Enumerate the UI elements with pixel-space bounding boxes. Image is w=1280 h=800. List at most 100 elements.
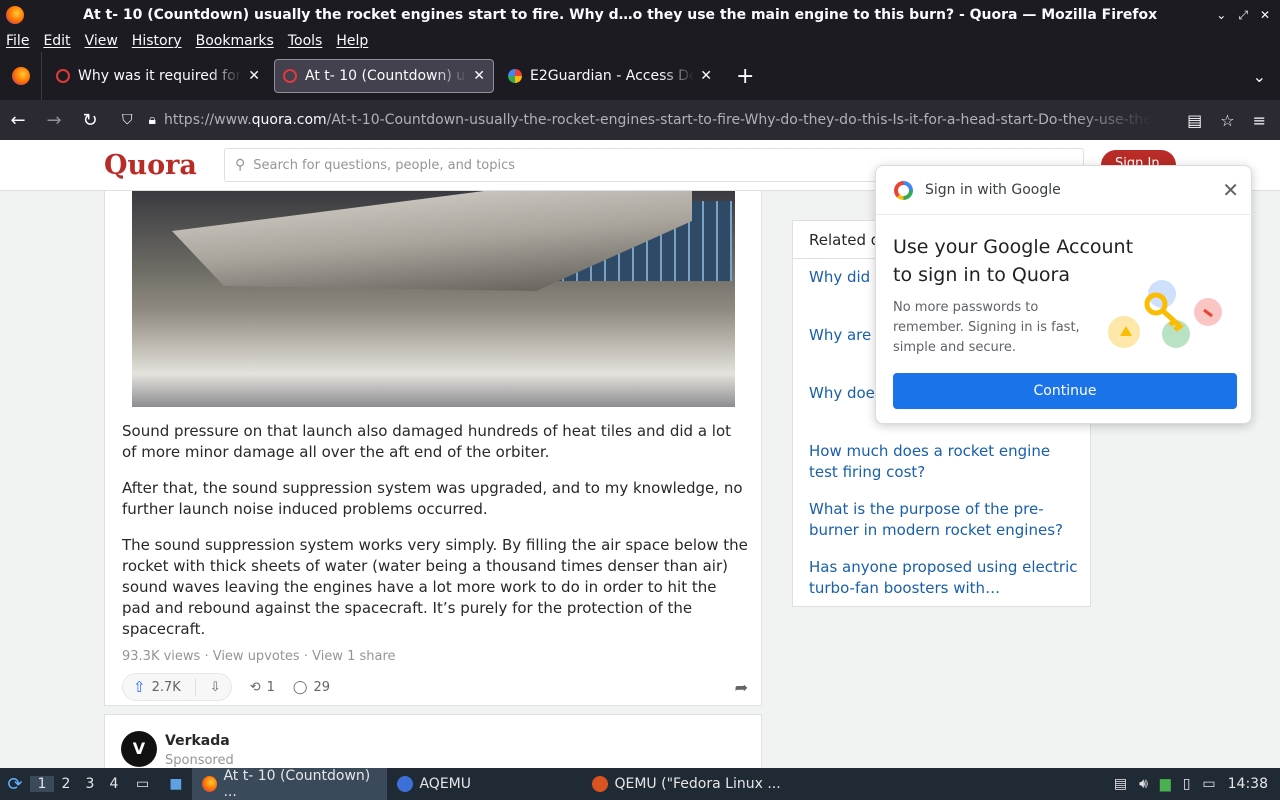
firefox-view-button[interactable] bbox=[0, 52, 42, 100]
comment-action[interactable]: ◯ 29 bbox=[293, 680, 330, 695]
workspace-4[interactable]: 4 bbox=[102, 776, 126, 792]
taskbar-app-qemu[interactable]: QEMU ("Fedora Linux ... bbox=[582, 768, 790, 800]
back-arrow-icon[interactable]: ← bbox=[0, 110, 36, 131]
share-count: 1 bbox=[266, 679, 275, 695]
continue-button[interactable]: Continue bbox=[893, 373, 1237, 409]
quora-logo[interactable]: Quora bbox=[104, 150, 197, 181]
display-icon[interactable]: ▭ bbox=[1202, 776, 1215, 792]
workspace-3[interactable]: 3 bbox=[78, 776, 102, 792]
menu-edit[interactable]: Edit bbox=[43, 33, 70, 49]
tab-label: Why was it required for the bbox=[78, 68, 242, 84]
tab-label: At t- 10 (Countdown) usually bbox=[305, 68, 467, 84]
tab-close-icon[interactable]: ✕ bbox=[248, 68, 260, 84]
tab-close-icon[interactable]: ✕ bbox=[473, 68, 485, 84]
menu-file[interactable]: File bbox=[6, 33, 29, 49]
vote-divider bbox=[194, 678, 196, 696]
notes-icon[interactable]: ▯ bbox=[1183, 776, 1191, 792]
tab-label: E2Guardian - Access Denied bbox=[530, 68, 695, 84]
related-item[interactable]: What is the purpose of the pre-burner in… bbox=[809, 499, 1079, 541]
tab-bar: Why was it required for the ✕ At t- 10 (… bbox=[0, 52, 1280, 100]
comment-icon: ◯ bbox=[292, 679, 308, 695]
key-illustration-icon bbox=[1108, 280, 1222, 348]
search-icon: ⚲ bbox=[235, 157, 246, 173]
clipboard-icon[interactable]: ▤ bbox=[1114, 776, 1127, 792]
sponsor-name[interactable]: Verkada bbox=[165, 733, 230, 749]
sponsored-card: V Verkada Sponsored bbox=[104, 714, 762, 774]
search-placeholder: Search for questions, people, and topics bbox=[253, 157, 516, 173]
google-signin-popup: Sign in with Google ✕ Use your Google Ac… bbox=[875, 165, 1253, 424]
tab-close-icon[interactable]: ✕ bbox=[700, 68, 712, 84]
menu-tools[interactable]: Tools bbox=[288, 33, 323, 49]
window-titlebar: At t- 10 (Countdown) usually the rocket … bbox=[0, 0, 1280, 30]
tab-countdown-active[interactable]: At t- 10 (Countdown) usually ✕ bbox=[274, 59, 494, 93]
desktop-icon[interactable]: ■ bbox=[159, 768, 192, 800]
workspace-1[interactable]: 1 bbox=[30, 776, 54, 792]
firefox-icon bbox=[11, 67, 30, 85]
taskbar-app-label: QEMU ("Fedora Linux ... bbox=[614, 776, 781, 792]
minimize-button[interactable]: ⌄ bbox=[1216, 8, 1226, 23]
downvote-arrow-icon[interactable]: ⇩ bbox=[210, 680, 221, 695]
window-title: At t- 10 (Countdown) usually the rocket … bbox=[83, 7, 1158, 23]
space-shuttle-photo bbox=[132, 191, 735, 407]
share-arrow-icon[interactable]: ➦ bbox=[735, 678, 748, 697]
upvote-arrow-icon[interactable]: ⇧ bbox=[133, 678, 146, 696]
taskbar-app-aqemu[interactable]: AQEMU bbox=[387, 768, 582, 800]
reload-icon[interactable]: ↻ bbox=[72, 110, 108, 131]
answer-paragraph: After that, the sound suppression system… bbox=[122, 479, 743, 518]
quora-favicon-icon bbox=[283, 69, 297, 83]
firefox-icon bbox=[6, 6, 24, 24]
url-bar[interactable]: ⛉ 🔒︎ https://www.quora.com/At-t-10-Count… bbox=[114, 104, 1181, 136]
qemu-icon bbox=[592, 776, 609, 792]
start-menu-icon[interactable]: ⟳ bbox=[0, 774, 30, 795]
tab-e2guardian[interactable]: E2Guardian - Access Denied ✕ bbox=[500, 59, 720, 93]
maximize-button[interactable]: ⤢ bbox=[1238, 8, 1248, 23]
answer-meta[interactable]: 93.3K views · View upvotes · View 1 shar… bbox=[122, 649, 396, 664]
clock[interactable]: 14:38 bbox=[1228, 776, 1268, 792]
comment-count: 29 bbox=[313, 679, 330, 695]
taskbar-app-label: AQEMU bbox=[419, 776, 471, 792]
reshare-icon: ⟲ bbox=[249, 679, 261, 695]
sponsored-label: Sponsored bbox=[165, 753, 234, 768]
google-popup-description: No more passwords to remember. Signing i… bbox=[893, 300, 1080, 355]
new-tab-button[interactable]: + bbox=[736, 64, 754, 89]
taskbar-app-label: At t- 10 (Countdown) ... bbox=[223, 768, 371, 800]
answer-card: Sound pressure on that launch also damag… bbox=[104, 191, 762, 706]
system-tray: ▤ 🔊︎ ▆ ▯ ▭ 14:38 bbox=[1114, 776, 1268, 792]
reader-view-icon[interactable]: ▤ bbox=[1187, 111, 1202, 130]
taskbar: ⟳ 1 2 3 4 ▭ ■ At t- 10 (Countdown) ... A… bbox=[0, 768, 1280, 800]
related-item[interactable]: Has anyone proposed using electric turbo… bbox=[809, 557, 1079, 599]
answer-paragraph: The sound suppression system works very … bbox=[122, 536, 748, 638]
upvote-count[interactable]: 2.7K bbox=[152, 680, 181, 695]
tab-why-was-it-required[interactable]: Why was it required for the ✕ bbox=[48, 59, 268, 93]
close-window-button[interactable]: ✕ bbox=[1260, 8, 1270, 23]
lock-icon[interactable]: 🔒︎ bbox=[149, 112, 156, 128]
aqemu-icon bbox=[397, 776, 414, 792]
google-popup-header-text: Sign in with Google bbox=[925, 182, 1061, 198]
menu-bar: File Edit View History Bookmarks Tools H… bbox=[0, 30, 1280, 52]
answer-paragraph: Sound pressure on that launch also damag… bbox=[122, 422, 732, 461]
navigation-bar: ← → ↻ ⛉ 🔒︎ https://www.quora.com/At-t-10… bbox=[0, 100, 1280, 140]
close-icon[interactable]: ✕ bbox=[1222, 178, 1239, 202]
related-title: Related q bbox=[809, 231, 881, 249]
volume-icon[interactable]: 🔊︎ bbox=[1139, 776, 1148, 792]
menu-view[interactable]: View bbox=[85, 33, 118, 49]
related-item[interactable]: How much does a rocket engine test firin… bbox=[809, 441, 1079, 483]
answer-actions: ⇧ 2.7K ⇩ ⟲ 1 ◯ 29 ➦ bbox=[122, 673, 748, 701]
network-icon[interactable]: ▆ bbox=[1160, 776, 1171, 792]
bookmark-star-icon[interactable]: ☆ bbox=[1220, 111, 1234, 130]
url-text: https://www.quora.com/At-t-10-Countdown-… bbox=[163, 112, 1152, 128]
google-popup-header: Sign in with Google ✕ bbox=[876, 166, 1253, 215]
share-action[interactable]: ⟲ 1 bbox=[250, 680, 275, 695]
taskbar-app-firefox[interactable]: At t- 10 (Countdown) ... bbox=[192, 768, 388, 800]
workspace-2[interactable]: 2 bbox=[54, 776, 78, 792]
vote-pill: ⇧ 2.7K ⇩ bbox=[122, 673, 232, 701]
hamburger-menu-icon[interactable]: ≡ bbox=[1253, 111, 1266, 130]
forward-arrow-icon[interactable]: → bbox=[36, 110, 72, 131]
menu-bookmarks[interactable]: Bookmarks bbox=[196, 33, 274, 49]
verkada-logo[interactable]: V bbox=[121, 731, 157, 767]
file-manager-icon[interactable]: ▭ bbox=[126, 768, 159, 800]
tab-list-chevron-icon[interactable]: ⌄ bbox=[1253, 67, 1266, 86]
menu-history[interactable]: History bbox=[132, 33, 182, 49]
menu-help[interactable]: Help bbox=[336, 33, 368, 49]
tracking-shield-icon[interactable]: ⛉ bbox=[122, 112, 133, 128]
